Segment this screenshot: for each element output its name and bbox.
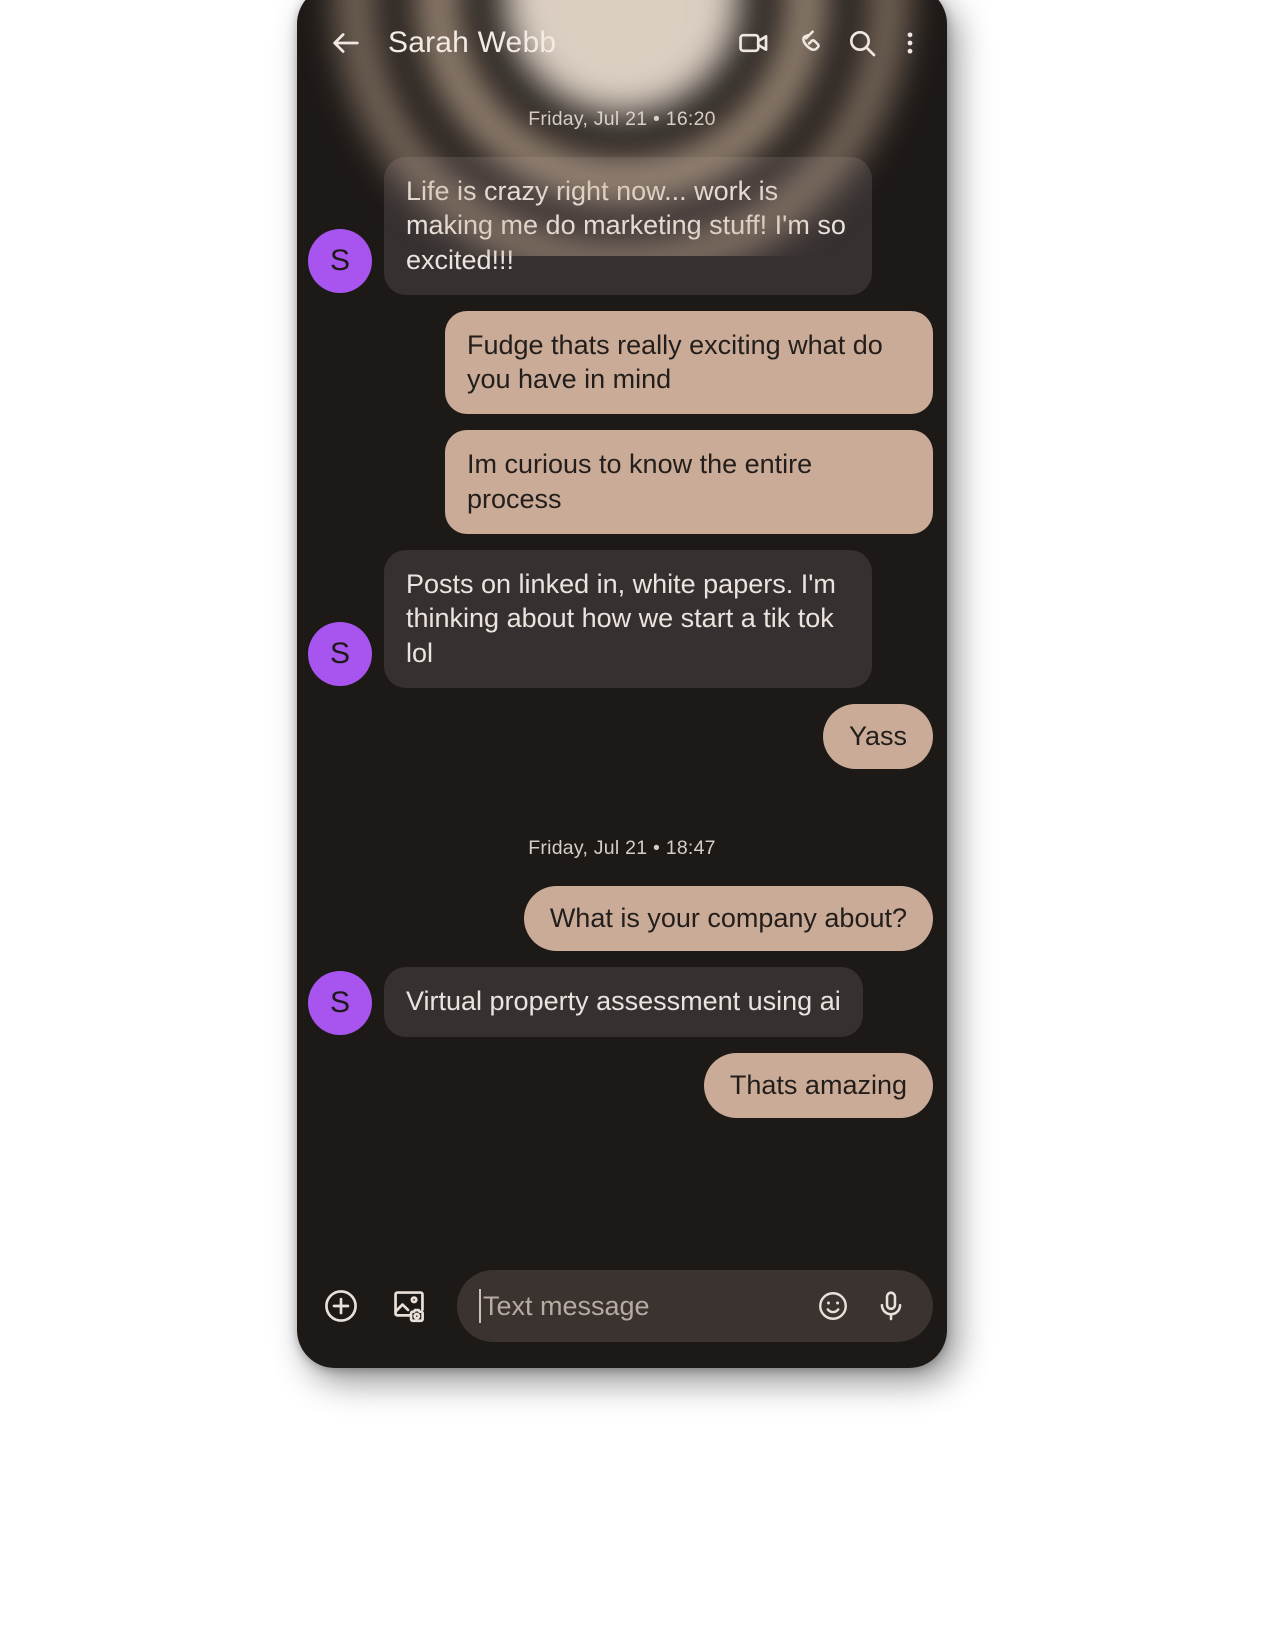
- video-call-icon[interactable]: [727, 16, 781, 70]
- avatar[interactable]: S: [308, 228, 372, 293]
- search-icon[interactable]: [835, 16, 889, 70]
- avatar[interactable]: S: [308, 970, 372, 1035]
- gallery-icon[interactable]: [383, 1280, 435, 1332]
- back-arrow-icon[interactable]: [320, 17, 372, 69]
- incoming-message-bubble[interactable]: Virtual property assessment using ai: [384, 967, 863, 1037]
- avatar[interactable]: S: [308, 621, 372, 686]
- message-composer: Text message: [297, 1258, 947, 1354]
- conversation-timestamp: Friday, Jul 21 • 18:47: [528, 837, 716, 860]
- message-row: Fudge thats really exciting what do you …: [297, 310, 947, 415]
- outgoing-message-bubble[interactable]: Im curious to know the entire process: [445, 430, 933, 534]
- more-options-icon[interactable]: [889, 16, 931, 70]
- outgoing-message-bubble[interactable]: Yass: [822, 703, 933, 770]
- conversation-app-bar: Sarah Webb: [297, 0, 947, 86]
- message-row: Thats amazing: [297, 1052, 947, 1118]
- add-attachment-icon[interactable]: [315, 1280, 367, 1332]
- incoming-message-bubble[interactable]: Life is crazy right now... work is makin…: [384, 157, 872, 295]
- contact-name-title[interactable]: Sarah Webb: [388, 26, 556, 60]
- message-row: What is your company about?: [297, 886, 947, 952]
- microphone-icon[interactable]: [865, 1280, 917, 1332]
- message-row: S Life is crazy right now... work is maki…: [297, 157, 947, 295]
- app-bar-actions: [727, 16, 931, 70]
- emoji-icon[interactable]: [807, 1280, 859, 1332]
- message-input-field[interactable]: Text message: [457, 1270, 933, 1342]
- text-cursor: [479, 1289, 481, 1323]
- phone-call-icon[interactable]: [781, 16, 835, 70]
- incoming-message-bubble[interactable]: Posts on linked in, white papers. I'm th…: [384, 549, 872, 688]
- screenshot-canvas: Yes, I de... nit unc... d a... em Sarah …: [0, 0, 1275, 1650]
- message-row: S Virtual property assessment using ai: [297, 967, 947, 1037]
- message-thread[interactable]: Friday, Jul 21 • 16:20 S Life is crazy rig…: [297, 86, 947, 1268]
- message-input-placeholder: Text message: [483, 1290, 650, 1321]
- message-row: S Posts on linked in, white papers. I'm t…: [297, 549, 947, 688]
- outgoing-message-bubble[interactable]: What is your company about?: [523, 886, 933, 952]
- outgoing-message-bubble[interactable]: Thats amazing: [703, 1052, 933, 1118]
- outgoing-message-bubble[interactable]: Fudge thats really exciting what do you …: [445, 310, 933, 415]
- conversation-timestamp: Friday, Jul 21 • 16:20: [528, 108, 716, 130]
- message-row: Im curious to know the entire process: [297, 430, 947, 534]
- message-row: Yass: [297, 703, 947, 770]
- phone-device-frame: Yes, I de... nit unc... d a... em Sarah …: [297, 0, 947, 1368]
